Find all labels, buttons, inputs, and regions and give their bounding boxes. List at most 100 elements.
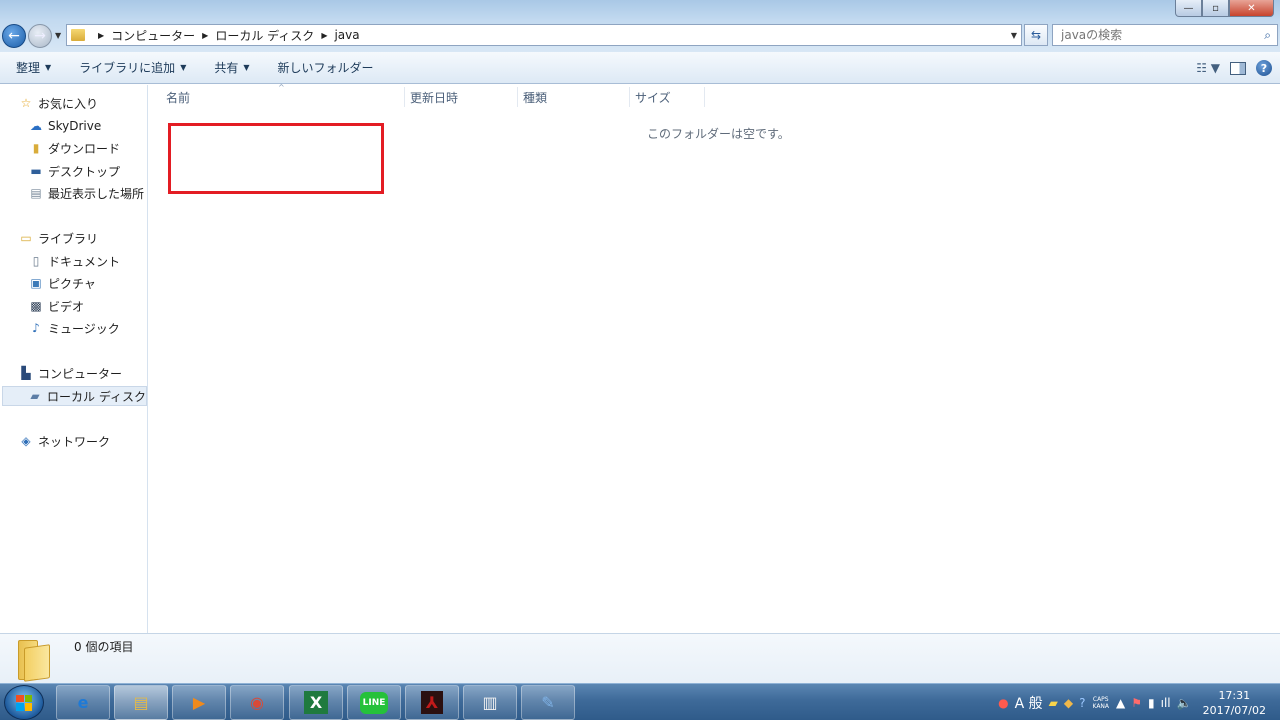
column-type-label: 種類 — [523, 90, 548, 105]
show-hidden-icons[interactable]: ▲ — [1116, 696, 1125, 710]
arrow-right-icon: → — [34, 28, 46, 44]
breadcrumb-local-disk[interactable]: ローカル ディスク — [215, 27, 314, 44]
cloud-icon: ☁ — [30, 119, 42, 133]
taskbar-app-chrome[interactable]: ◉ — [230, 685, 284, 720]
column-divider[interactable] — [629, 87, 630, 107]
nav-item-desktop[interactable]: ▬ デスクトップ — [28, 161, 120, 181]
nav-computer[interactable]: ▙ コンピューター — [18, 363, 122, 383]
network-icon: ◈ — [21, 434, 31, 448]
close-button[interactable]: ✕ — [1229, 0, 1274, 17]
power-icon[interactable]: ▮ — [1148, 696, 1155, 710]
ime-tools-icon[interactable]: ◆ — [1064, 696, 1073, 710]
nav-item-music[interactable]: ♪ ミュージック — [28, 318, 120, 338]
breadcrumb-computer[interactable]: コンピューター — [111, 27, 195, 44]
taskbar-app-excel[interactable]: X — [289, 685, 343, 720]
column-divider[interactable] — [517, 87, 518, 107]
nav-computer-label: コンピューター — [38, 366, 123, 381]
share-button[interactable]: 共有 ▼ — [202, 52, 261, 84]
column-header-modified[interactable]: 更新日時 — [410, 85, 458, 109]
ime-dictionary-icon[interactable]: ▰ — [1049, 696, 1058, 710]
column-header-type[interactable]: 種類 — [523, 85, 547, 109]
antivirus-icon[interactable]: ● — [998, 696, 1008, 710]
chevron-right-icon[interactable]: ▶ — [321, 31, 327, 40]
volume-icon[interactable]: 🔈 — [1177, 696, 1192, 710]
media-player-icon: ▶ — [192, 693, 206, 712]
taskbar-app-file-explorer[interactable]: ▤ — [114, 685, 168, 720]
nav-item-recent-places[interactable]: ▤ 最近表示した場所 — [28, 183, 144, 203]
command-bar: 整理 ▼ ライブラリに追加 ▼ 共有 ▼ 新しいフォルダー ☷ ▼ ? — [0, 52, 1280, 84]
ime-mode[interactable]: A 般 — [1015, 693, 1043, 713]
system-tray: ● A 般 ▰ ◆ ? CAPS KANA ▲ ⚑ ▮ ıll 🔈 17:31 … — [995, 684, 1280, 720]
nav-item-videos[interactable]: ▩ ビデオ — [28, 296, 84, 316]
back-button[interactable]: ← — [2, 24, 26, 48]
taskbar-app-media-player[interactable]: ▶ — [172, 685, 226, 720]
chevron-right-icon[interactable]: ▶ — [98, 31, 104, 40]
column-divider[interactable] — [704, 87, 705, 107]
nav-item-label: デスクトップ — [48, 164, 121, 179]
chevron-down-icon: ▼ — [45, 63, 52, 72]
excel-icon: X — [303, 691, 329, 714]
search-icon[interactable]: ⌕ — [1264, 28, 1271, 43]
change-view-icon[interactable]: ☷ ▼ — [1196, 61, 1220, 75]
file-list[interactable]: ^ 名前 更新日時 種類 サイズ このフォルダーは空です。 — [149, 83, 1280, 633]
address-dropdown-icon[interactable]: ▼ — [1011, 31, 1017, 40]
caps-kana-indicator[interactable]: CAPS KANA — [1092, 696, 1109, 710]
search-input[interactable] — [1061, 28, 1251, 42]
video-icon: ▩ — [30, 299, 42, 313]
maximize-button[interactable]: ▫ — [1202, 0, 1229, 17]
taskbar-app-notepad[interactable]: ▥ — [463, 685, 517, 720]
new-folder-button[interactable]: 新しいフォルダー — [266, 52, 386, 84]
nav-item-label: ダウンロード — [48, 141, 121, 156]
action-center-icon[interactable]: ⚑ — [1131, 696, 1142, 710]
search-box[interactable]: ⌕ — [1052, 24, 1278, 46]
taskbar-app-paint[interactable]: ✎ — [521, 685, 575, 720]
folder-icon — [18, 640, 52, 682]
clock-time: 17:31 — [1218, 688, 1251, 702]
forward-button[interactable]: → — [28, 24, 52, 48]
refresh-icon: ⇆ — [1030, 28, 1042, 42]
desktop-icon: ▬ — [30, 164, 42, 178]
chevron-down-icon: ▼ — [243, 63, 250, 72]
refresh-button[interactable]: ⇆ — [1024, 24, 1048, 46]
organize-label: 整理 — [16, 61, 41, 75]
address-bar[interactable]: ▶ コンピューター ▶ ローカル ディスク ▶ java ▼ — [66, 24, 1022, 46]
nav-item-label: ローカル ディスク — [47, 389, 146, 404]
add-to-library-button[interactable]: ライブラリに追加 ▼ — [67, 52, 198, 84]
nav-favorites[interactable]: ☆ お気に入り — [18, 93, 98, 113]
minimize-button[interactable]: — — [1175, 0, 1202, 17]
recent-places-icon: ▤ — [30, 186, 42, 200]
taskbar-app-internet-explorer[interactable]: e — [56, 685, 110, 720]
taskbar-app-line[interactable]: LINE — [347, 685, 401, 720]
sort-ascending-icon: ^ — [278, 83, 285, 92]
file-explorer-icon: ▤ — [133, 693, 149, 712]
taskbar: e ▤ ▶ ◉ X LINE ⅄ ▥ ✎ ● A 般 ▰ ◆ ? CAPS KANA ▲ ⚑ ▮… — [0, 683, 1280, 720]
column-header-size[interactable]: サイズ — [635, 85, 671, 109]
start-button[interactable] — [4, 685, 44, 720]
nav-item-skydrive[interactable]: ☁ SkyDrive — [28, 116, 101, 136]
chevron-right-icon[interactable]: ▶ — [202, 31, 208, 40]
nav-item-downloads[interactable]: ▮ ダウンロード — [28, 138, 120, 158]
preview-pane-icon[interactable] — [1230, 61, 1246, 75]
clock-date: 2017/07/02 — [1202, 703, 1266, 717]
help-icon[interactable]: ? — [1256, 60, 1272, 76]
organize-button[interactable]: 整理 ▼ — [4, 52, 63, 84]
nav-item-local-disk[interactable]: ▰ ローカル ディスク — [2, 386, 147, 406]
clock[interactable]: 17:31 2017/07/02 — [1203, 688, 1266, 718]
column-divider[interactable] — [404, 87, 405, 107]
nav-network[interactable]: ◈ ネットワーク — [18, 431, 110, 451]
empty-folder-message: このフォルダーは空です。 — [647, 127, 790, 141]
column-header-name[interactable]: 名前 — [166, 85, 190, 109]
recent-pages-dropdown[interactable]: ▼ — [55, 31, 61, 40]
nav-item-pictures[interactable]: ▣ ピクチャ — [28, 273, 96, 293]
nav-libraries[interactable]: ▭ ライブラリ — [18, 228, 98, 248]
taskbar-app-acrobat[interactable]: ⅄ — [405, 685, 459, 720]
ime-help-icon[interactable]: ? — [1079, 696, 1085, 710]
column-size-label: サイズ — [635, 90, 671, 105]
nav-network-label: ネットワーク — [38, 434, 111, 449]
nav-item-documents[interactable]: ▯ ドキュメント — [28, 251, 120, 271]
document-icon: ▯ — [32, 254, 40, 268]
column-name-label: 名前 — [166, 90, 191, 105]
caps-label: CAPS — [1092, 695, 1109, 703]
breadcrumb-java[interactable]: java — [334, 28, 359, 42]
network-signal-icon[interactable]: ıll — [1161, 696, 1171, 710]
